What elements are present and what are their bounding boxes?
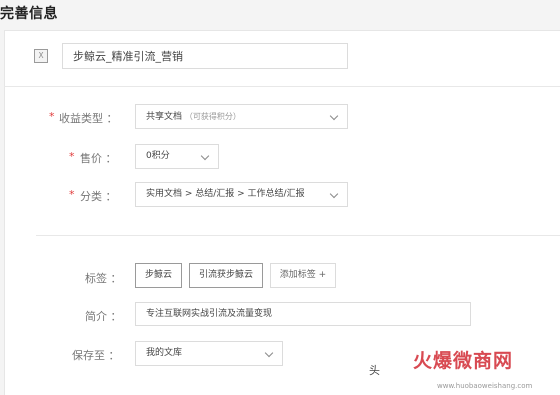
chevron-down-icon (264, 348, 274, 358)
revenue-type-hint: （可获得积分） (184, 112, 241, 121)
price-select[interactable]: 0积分 (135, 144, 219, 169)
watermark-url: www.huobaoweishang.com (437, 382, 533, 390)
save-to-value: 我的文库 (146, 348, 183, 358)
required-mark: * (69, 150, 75, 163)
watermark-prefix: 头 (369, 364, 380, 377)
intro-label: 简介 ： (85, 310, 122, 323)
watermark: 头 火爆微商网 www.huobaoweishang.com (369, 346, 560, 394)
divider-top (4, 86, 560, 87)
header: 完善信息 (0, 0, 560, 30)
category-select[interactable]: 实用文档 > 总结/汇报 > 工作总结/汇报 (135, 182, 348, 207)
chevron-down-icon (329, 111, 339, 121)
save-to-label: 保存至 ： (72, 349, 120, 362)
file-icon: X (34, 49, 48, 63)
document-title-input[interactable]: 步鲸云_精准引流_营销 (62, 43, 348, 69)
chevron-down-icon (329, 189, 339, 199)
category-label: 分类 ： (80, 190, 117, 203)
tag-item[interactable]: 步鲸云 (135, 263, 182, 288)
tag-item[interactable]: 引流获步鲸云 (189, 263, 263, 288)
revenue-type-select[interactable]: 共享文档 （可获得积分） (135, 104, 348, 129)
revenue-type-label: 收益类型 ： (59, 112, 118, 125)
category-value: 实用文档 > 总结/汇报 > 工作总结/汇报 (146, 189, 305, 199)
chevron-down-icon (200, 151, 210, 161)
intro-input[interactable]: 专注互联网实战引流及流量变现 (135, 302, 471, 326)
add-tag-button[interactable]: 添加标签 + (270, 263, 336, 288)
divider-middle (36, 235, 560, 236)
watermark-brand: 火爆微商网 (413, 350, 514, 372)
required-mark: * (49, 110, 55, 123)
price-label: 售价 ： (80, 152, 117, 165)
tags-label: 标签 ： (85, 272, 122, 285)
required-mark: * (69, 188, 75, 201)
save-to-select[interactable]: 我的文库 (135, 341, 283, 366)
price-value: 0积分 (146, 151, 170, 161)
page-title: 完善信息 (0, 6, 58, 22)
revenue-type-value: 共享文档 (146, 112, 183, 122)
